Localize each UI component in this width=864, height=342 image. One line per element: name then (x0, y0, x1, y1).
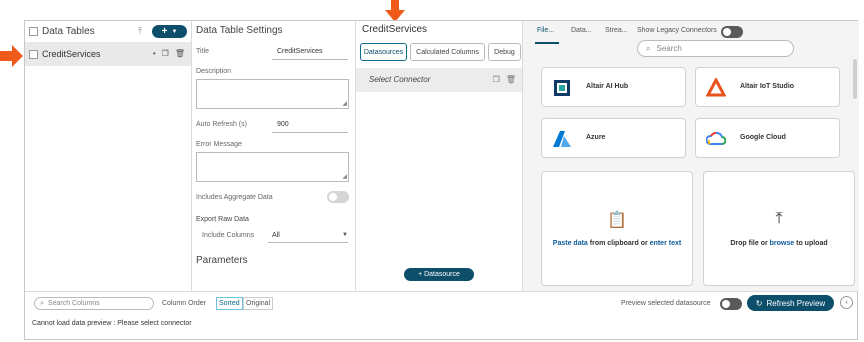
description-field[interactable]: ◢ (196, 79, 349, 109)
azure-icon (553, 131, 571, 147)
chevron-down-icon: ▼ (171, 28, 178, 35)
paste-data-dropzone[interactable]: 📋 Paste data from clipboard or enter tex… (541, 171, 693, 286)
tab-stream[interactable]: Strea... (605, 27, 628, 34)
clipboard-icon: 📋 (607, 212, 627, 229)
altair-ai-hub-icon (554, 80, 570, 96)
datasource-panel-title: CreditServices (362, 24, 428, 35)
pointer-arrow-left (0, 45, 23, 67)
parameters-title: Parameters (196, 255, 248, 266)
tab-file[interactable]: File... (537, 27, 554, 34)
error-message-field[interactable]: ◢ (196, 152, 349, 182)
column-order-label: Column Order (162, 300, 206, 307)
add-datasource-button[interactable]: + Datasource (404, 268, 474, 281)
tab-data[interactable]: Data... (571, 27, 592, 34)
resize-grip-icon[interactable]: ◢ (342, 100, 347, 107)
datasource-panel: CreditServices Datasources Calculated Co… (356, 21, 523, 291)
tab-datasources[interactable]: Datasources (360, 43, 407, 61)
connector-row[interactable]: Select Connector ❐ 🗑 (356, 68, 522, 92)
collapse-icon[interactable]: ‹ (840, 296, 853, 309)
include-columns-select[interactable]: All (272, 232, 280, 239)
error-message-label: Error Message (196, 141, 242, 148)
browse-link[interactable]: browse (770, 240, 795, 247)
include-columns-label: Include Columns (202, 232, 255, 239)
settings-panel: Data Table Settings Title CreditServices… (192, 21, 356, 291)
data-table-editor: Data Tables ⤒ + ▼ CreditServices • ❐ 🗑 Da… (24, 20, 859, 340)
aggregate-label: Includes Aggregate Data (196, 194, 273, 201)
data-tables-title: Data Tables (42, 26, 95, 37)
connectors-panel: File... Data... Strea... Show Legacy Con… (523, 21, 859, 291)
sorted-button[interactable]: Sorted (216, 297, 243, 310)
trash-icon[interactable]: 🗑 (175, 49, 185, 58)
altair-iot-icon (706, 78, 726, 97)
scrollbar[interactable] (853, 59, 857, 99)
tab-debug[interactable]: Debug (488, 43, 521, 61)
connector-card-altair-iot-studio[interactable]: Altair IoT Studio (695, 67, 840, 107)
row-checkbox[interactable] (29, 49, 38, 59)
refresh-preview-button[interactable]: ↻ Refresh Preview (747, 295, 834, 311)
chevron-down-icon[interactable]: ▼ (342, 232, 348, 238)
connector-search-input[interactable]: ⌕ Search (637, 40, 794, 57)
settings-title: Data Table Settings (196, 25, 283, 36)
legacy-connectors-toggle[interactable] (721, 26, 743, 38)
tab-calculated-columns[interactable]: Calculated Columns (410, 43, 485, 61)
connector-card-azure[interactable]: Azure (541, 118, 686, 158)
table-name: CreditServices (42, 49, 101, 59)
legacy-connectors-label: Show Legacy Connectors (637, 27, 717, 34)
select-connector-label: Select Connector (369, 75, 431, 84)
copy-icon[interactable]: ❐ (162, 49, 169, 58)
upload-icon[interactable]: ⤒ (138, 26, 142, 37)
search-columns-input[interactable]: ⌕ Search Columns (34, 297, 154, 310)
title-label: Title (196, 48, 209, 55)
active-tab-indicator (535, 42, 559, 44)
original-button[interactable]: Original (243, 297, 274, 310)
copy-icon[interactable]: ❐ (493, 75, 500, 84)
data-tables-panel: Data Tables ⤒ + ▼ CreditServices • ❐ 🗑 (25, 21, 192, 291)
upload-icon: ⤒ (775, 210, 783, 227)
description-label: Description (196, 68, 232, 75)
preview-message: Cannot load data preview : Please select… (32, 320, 192, 327)
add-table-button[interactable]: + ▼ (152, 25, 187, 38)
table-row[interactable]: CreditServices • ❐ 🗑 (25, 42, 191, 66)
status-dot-icon: • (152, 49, 156, 58)
aggregate-toggle[interactable] (327, 191, 349, 203)
search-icon: ⌕ (40, 299, 44, 307)
preview-datasource-label: Preview selected datasource (621, 300, 711, 307)
paste-data-link[interactable]: Paste data (553, 240, 588, 247)
title-field[interactable]: CreditServices (277, 48, 323, 55)
auto-refresh-label: Auto Refresh (s) (196, 121, 247, 128)
refresh-icon: ↻ (755, 298, 763, 308)
trash-icon[interactable]: 🗑 (506, 75, 516, 84)
connector-card-altair-ai-hub[interactable]: Altair AI Hub (541, 67, 686, 107)
auto-refresh-field[interactable]: 900 (277, 121, 289, 128)
enter-text-link[interactable]: enter text (650, 240, 682, 247)
search-icon: ⌕ (646, 43, 651, 53)
export-label: Export Raw Data (196, 216, 249, 223)
select-all-checkbox[interactable] (29, 27, 38, 36)
google-cloud-icon (706, 131, 726, 145)
preview-bar: ⌕ Search Columns Column Order Sorted Ori… (25, 291, 857, 339)
preview-datasource-toggle[interactable] (720, 298, 742, 310)
resize-grip-icon[interactable]: ◢ (342, 173, 347, 180)
connector-card-google-cloud[interactable]: Google Cloud (695, 118, 840, 158)
file-upload-dropzone[interactable]: ⤒ Drop file or browse to upload (703, 171, 855, 286)
pointer-arrow-top (385, 0, 405, 22)
